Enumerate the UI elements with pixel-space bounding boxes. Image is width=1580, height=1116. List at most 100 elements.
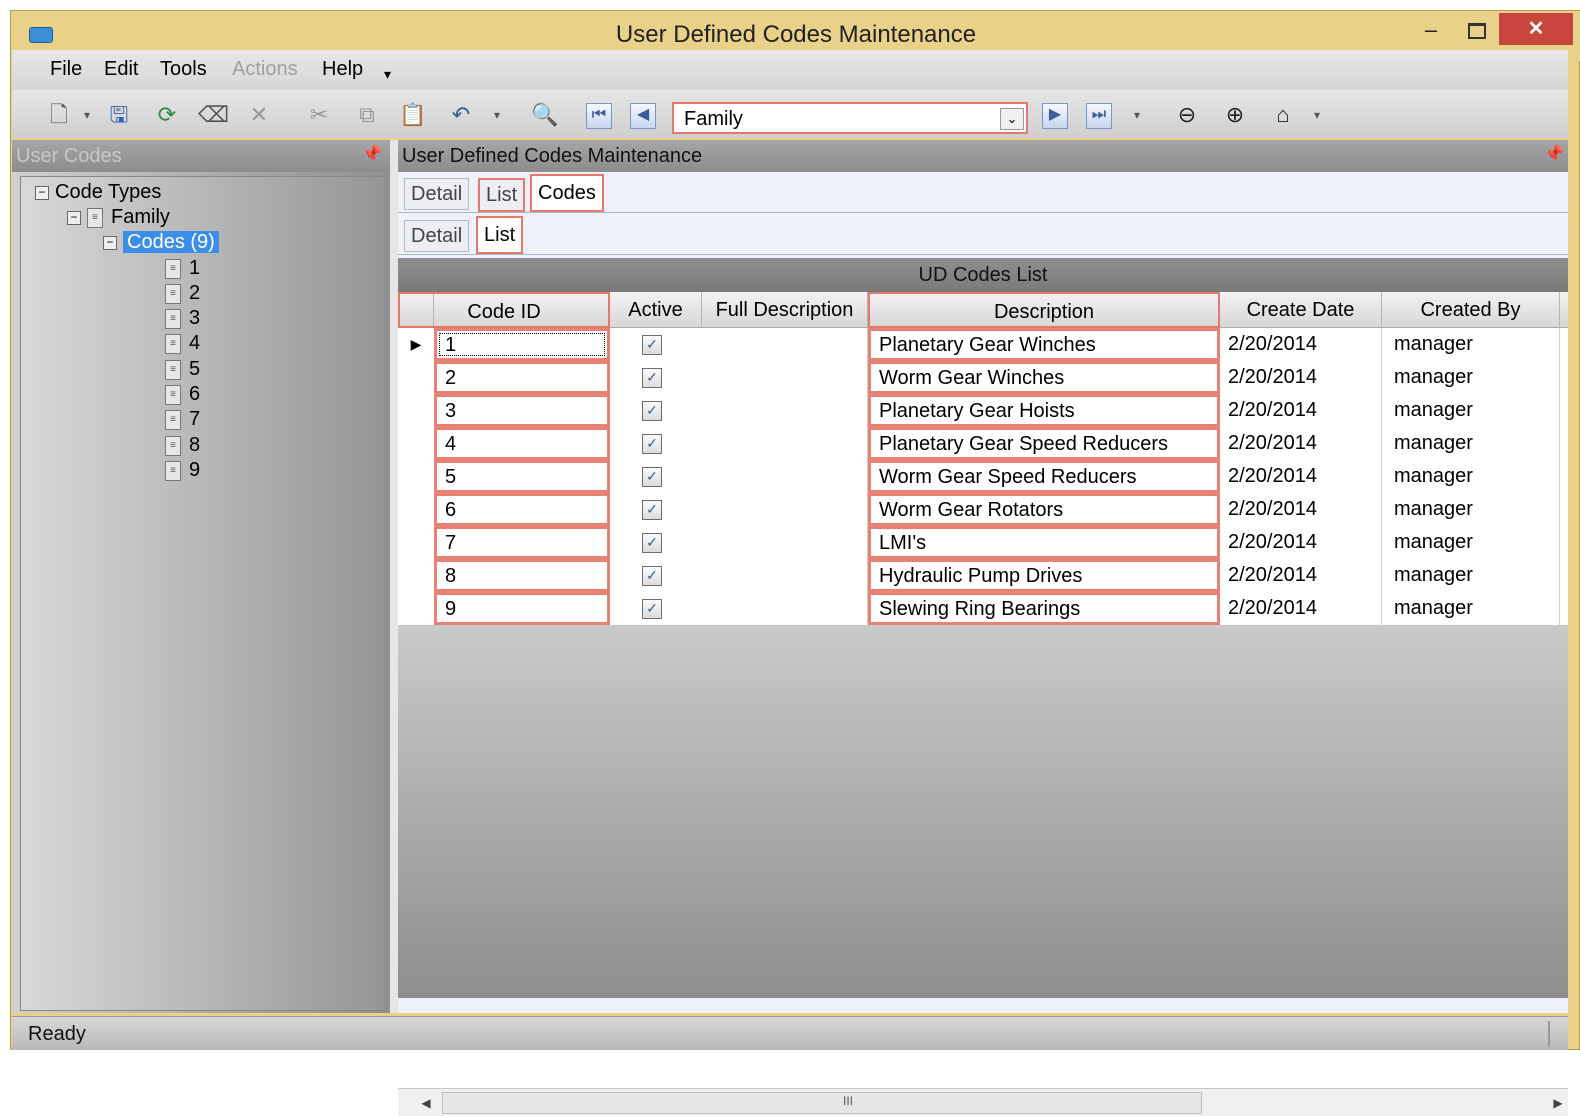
- active-checkbox[interactable]: ✓: [642, 500, 662, 520]
- tree-node-code[interactable]: ≡ 5: [165, 358, 200, 381]
- cell-create-date[interactable]: 2/20/2014: [1220, 493, 1382, 526]
- column-header-description[interactable]: Description: [868, 292, 1220, 328]
- cell-create-date[interactable]: 2/20/2014: [1220, 460, 1382, 493]
- menu-overflow-icon[interactable]: ▾: [384, 66, 391, 83]
- cell-description[interactable]: Planetary Gear Speed Reducers: [868, 427, 1220, 460]
- tree-node-code[interactable]: ≡ 3: [165, 307, 200, 330]
- cell-full-description[interactable]: [702, 559, 868, 592]
- cell-full-description[interactable]: [702, 592, 868, 625]
- pane-splitter[interactable]: [390, 140, 398, 1013]
- first-record-icon[interactable]: ⏮: [586, 103, 612, 129]
- nav-dropdown-icon[interactable]: ▾: [1122, 100, 1152, 130]
- find-icon[interactable]: 🔍: [530, 100, 560, 130]
- collapse-icon[interactable]: −: [35, 185, 49, 200]
- table-row[interactable]: 7 ✓ LMI's 2/20/2014 manager: [398, 526, 1568, 560]
- scroll-left-icon[interactable]: ◀: [416, 1093, 436, 1113]
- pin-icon[interactable]: 📌: [362, 144, 382, 164]
- cell-code-id[interactable]: 8: [434, 559, 610, 592]
- tree-node-family[interactable]: − ≡ Family: [67, 206, 170, 229]
- paste-icon[interactable]: 📋: [398, 100, 428, 130]
- cell-description[interactable]: Hydraulic Pump Drives: [868, 559, 1220, 592]
- cell-created-by[interactable]: manager: [1382, 427, 1560, 460]
- active-checkbox[interactable]: ✓: [642, 434, 662, 454]
- active-checkbox[interactable]: ✓: [642, 401, 662, 421]
- cell-created-by[interactable]: manager: [1382, 526, 1560, 559]
- cell-full-description[interactable]: [702, 394, 868, 427]
- cell-code-id[interactable]: 4: [434, 427, 610, 460]
- undo-dropdown-icon[interactable]: ▾: [482, 100, 512, 130]
- forward-icon[interactable]: ⊕: [1220, 100, 1250, 130]
- cut-icon[interactable]: ✂: [304, 100, 334, 130]
- tree-node-code[interactable]: ≡ 7: [165, 408, 200, 431]
- last-record-icon[interactable]: ⏭: [1086, 103, 1112, 129]
- cell-code-id[interactable]: 5: [434, 460, 610, 493]
- cell-description[interactable]: Worm Gear Speed Reducers: [868, 460, 1220, 493]
- cell-description[interactable]: Slewing Ring Bearings: [868, 592, 1220, 625]
- active-checkbox[interactable]: ✓: [642, 566, 662, 586]
- cell-full-description[interactable]: [702, 361, 868, 394]
- new-dropdown-icon[interactable]: ▾: [72, 100, 102, 130]
- active-checkbox[interactable]: ✓: [642, 335, 662, 355]
- cell-description[interactable]: LMI's: [868, 526, 1220, 559]
- table-row[interactable]: 6 ✓ Worm Gear Rotators 2/20/2014 manager: [398, 493, 1568, 527]
- cell-code-id[interactable]: 7: [434, 526, 610, 559]
- scroll-right-icon[interactable]: ▶: [1548, 1093, 1568, 1113]
- record-selector-combo[interactable]: Family ⌄: [672, 102, 1028, 134]
- cell-code-id[interactable]: 1: [434, 328, 610, 361]
- menu-tools[interactable]: Tools: [160, 58, 207, 81]
- active-checkbox[interactable]: ✓: [642, 599, 662, 619]
- table-row[interactable]: 9 ✓ Slewing Ring Bearings 2/20/2014 mana…: [398, 592, 1568, 626]
- cell-full-description[interactable]: [702, 493, 868, 526]
- chevron-down-icon[interactable]: ⌄: [1000, 108, 1024, 130]
- refresh-icon[interactable]: ⟳: [152, 100, 182, 130]
- cell-full-description[interactable]: [702, 526, 868, 559]
- table-row[interactable]: 3 ✓ Planetary Gear Hoists 2/20/2014 mana…: [398, 394, 1568, 428]
- cell-create-date[interactable]: 2/20/2014: [1220, 427, 1382, 460]
- cell-create-date[interactable]: 2/20/2014: [1220, 526, 1382, 559]
- pin-icon[interactable]: 📌: [1544, 144, 1564, 164]
- cell-code-id[interactable]: 6: [434, 493, 610, 526]
- delete-icon[interactable]: ✕: [244, 100, 274, 130]
- new-icon[interactable]: 🗋: [44, 100, 74, 130]
- previous-record-icon[interactable]: ◀: [630, 103, 656, 129]
- cell-full-description[interactable]: [702, 328, 868, 361]
- column-header-code-id[interactable]: Code ID: [398, 292, 610, 328]
- tab-codes[interactable]: Codes: [530, 174, 604, 212]
- cell-created-by[interactable]: manager: [1382, 559, 1560, 592]
- table-row[interactable]: 5 ✓ Worm Gear Speed Reducers 2/20/2014 m…: [398, 460, 1568, 494]
- column-header-full-description[interactable]: Full Description: [702, 292, 868, 328]
- toolbar-overflow-icon[interactable]: ▾: [1302, 100, 1332, 130]
- tab-list[interactable]: List: [478, 178, 526, 212]
- subtab-detail[interactable]: Detail: [404, 220, 470, 252]
- next-record-icon[interactable]: ▶: [1042, 103, 1068, 129]
- cell-created-by[interactable]: manager: [1382, 460, 1560, 493]
- column-header-created-by[interactable]: Created By: [1382, 292, 1560, 328]
- tree-node-code-types[interactable]: − Code Types: [35, 181, 161, 204]
- tree-node-codes[interactable]: − Codes (9): [103, 231, 219, 254]
- horizontal-scrollbar[interactable]: ◀ III ▶: [398, 1088, 1568, 1116]
- tree-node-code[interactable]: ≡ 8: [165, 434, 200, 457]
- cell-created-by[interactable]: manager: [1382, 592, 1560, 625]
- active-checkbox[interactable]: ✓: [642, 368, 662, 388]
- cell-full-description[interactable]: [702, 460, 868, 493]
- cell-create-date[interactable]: 2/20/2014: [1220, 394, 1382, 427]
- menu-actions[interactable]: Actions: [232, 58, 298, 81]
- tree-node-code[interactable]: ≡ 6: [165, 383, 200, 406]
- collapse-icon[interactable]: −: [103, 235, 117, 250]
- active-checkbox[interactable]: ✓: [642, 533, 662, 553]
- tree-node-code[interactable]: ≡ 1: [165, 257, 200, 280]
- cell-full-description[interactable]: [702, 427, 868, 460]
- tree-node-code[interactable]: ≡ 9: [165, 459, 200, 482]
- undo-icon[interactable]: ↶: [446, 100, 476, 130]
- cell-created-by[interactable]: manager: [1382, 493, 1560, 526]
- subtab-list[interactable]: List: [476, 216, 524, 254]
- cell-created-by[interactable]: manager: [1382, 328, 1560, 361]
- collapse-icon[interactable]: −: [67, 210, 81, 225]
- table-row[interactable]: 4 ✓ Planetary Gear Speed Reducers 2/20/2…: [398, 427, 1568, 461]
- cell-created-by[interactable]: manager: [1382, 394, 1560, 427]
- eraser-icon[interactable]: ⌫: [198, 100, 229, 130]
- cell-code-id[interactable]: 9: [434, 592, 610, 625]
- menu-file[interactable]: File: [50, 58, 82, 81]
- cell-description[interactable]: Worm Gear Winches: [868, 361, 1220, 394]
- cell-create-date[interactable]: 2/20/2014: [1220, 328, 1382, 361]
